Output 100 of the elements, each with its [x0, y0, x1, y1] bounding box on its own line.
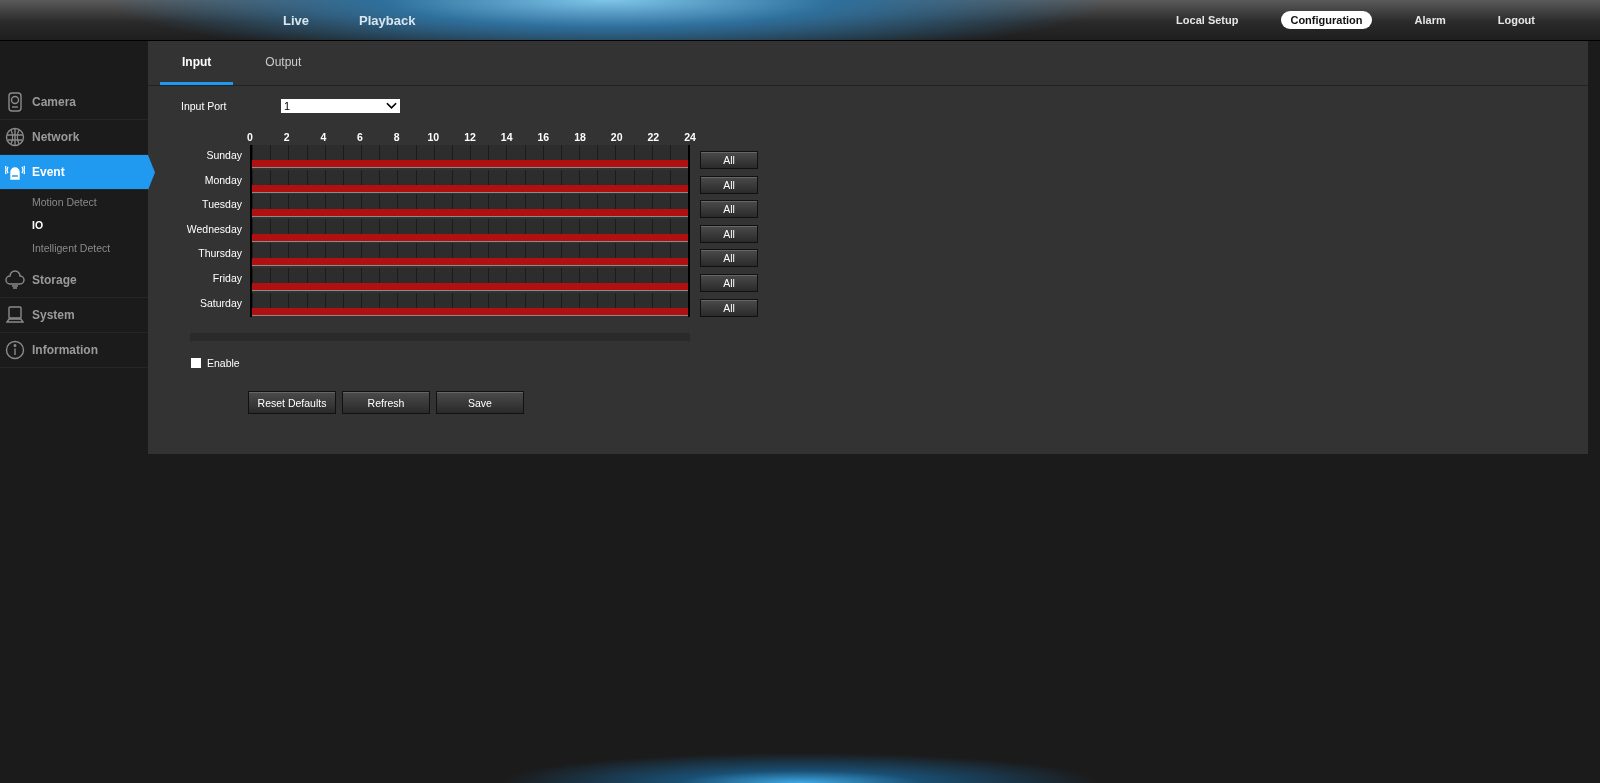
- schedule-cell[interactable]: [615, 169, 634, 185]
- schedule-cell[interactable]: [270, 292, 289, 308]
- schedule-cell[interactable]: [597, 169, 616, 185]
- schedule-cell[interactable]: [342, 292, 362, 308]
- schedule-cell[interactable]: [451, 292, 471, 308]
- all-button[interactable]: All: [700, 249, 758, 268]
- schedule-cell[interactable]: [597, 292, 616, 308]
- tab[interactable]: Input: [160, 41, 234, 85]
- schedule-cell[interactable]: [342, 169, 362, 185]
- schedule-cell[interactable]: [342, 267, 362, 283]
- schedule-cell[interactable]: [397, 218, 416, 234]
- schedule-cell[interactable]: [488, 145, 507, 160]
- schedule-cell[interactable]: [288, 267, 307, 283]
- sidebar-subitem[interactable]: IO: [32, 214, 148, 237]
- schedule-cell[interactable]: [651, 218, 670, 234]
- schedule-cell[interactable]: [470, 218, 489, 234]
- schedule-cell[interactable]: [306, 169, 325, 185]
- port-dropdown[interactable]: 1: [281, 99, 400, 113]
- schedule-cell[interactable]: [506, 218, 525, 234]
- schedule-cell[interactable]: [615, 145, 634, 160]
- schedule-cell[interactable]: [669, 218, 689, 234]
- schedule-cell[interactable]: [397, 169, 416, 185]
- schedule-cell[interactable]: [306, 267, 325, 283]
- schedule-cell[interactable]: [415, 169, 434, 185]
- schedule-cell[interactable]: [633, 292, 652, 308]
- schedule-cell[interactable]: [397, 243, 416, 259]
- schedule-cell[interactable]: [488, 169, 507, 185]
- schedule-cell[interactable]: [560, 267, 580, 283]
- schedule-cell[interactable]: [361, 292, 380, 308]
- schedule-grid[interactable]: [250, 169, 690, 195]
- schedule-cell[interactable]: [288, 169, 307, 185]
- schedule-cell[interactable]: [524, 218, 543, 234]
- schedule-cell[interactable]: [361, 169, 380, 185]
- schedule-cell[interactable]: [651, 267, 670, 283]
- schedule-cell[interactable]: [270, 218, 289, 234]
- schedule-cell[interactable]: [579, 243, 598, 259]
- action-button[interactable]: Reset Defaults: [248, 391, 336, 415]
- schedule-cell[interactable]: [397, 194, 416, 210]
- schedule-cell[interactable]: [579, 145, 598, 160]
- schedule-cell[interactable]: [560, 292, 580, 308]
- schedule-grid[interactable]: [250, 267, 690, 293]
- schedule-cell[interactable]: [270, 267, 289, 283]
- action-button[interactable]: Save: [436, 391, 524, 415]
- schedule-cell[interactable]: [470, 145, 489, 160]
- schedule-cell[interactable]: [470, 169, 489, 185]
- schedule-cell[interactable]: [633, 218, 652, 234]
- schedule-cell[interactable]: [506, 267, 525, 283]
- schedule-cell[interactable]: [252, 267, 271, 283]
- schedule-grid[interactable]: [250, 145, 690, 170]
- schedule-cell[interactable]: [506, 243, 525, 259]
- schedule-cell[interactable]: [506, 194, 525, 210]
- schedule-cell[interactable]: [433, 267, 452, 283]
- schedule-cell[interactable]: [597, 218, 616, 234]
- all-button[interactable]: All: [700, 175, 758, 194]
- tab[interactable]: Output: [243, 41, 324, 85]
- all-button[interactable]: All: [700, 151, 758, 169]
- schedule-cell[interactable]: [397, 292, 416, 308]
- schedule-grid[interactable]: [250, 218, 690, 244]
- schedule-cell[interactable]: [597, 243, 616, 259]
- schedule-cell[interactable]: [379, 292, 398, 308]
- schedule-cell[interactable]: [470, 243, 489, 259]
- schedule-cell[interactable]: [524, 169, 543, 185]
- schedule-cell[interactable]: [597, 267, 616, 283]
- schedule-cell[interactable]: [288, 292, 307, 308]
- schedule-cell[interactable]: [597, 194, 616, 210]
- schedule-cell[interactable]: [288, 218, 307, 234]
- schedule-cell[interactable]: [415, 218, 434, 234]
- schedule-cell[interactable]: [579, 267, 598, 283]
- schedule-cell[interactable]: [270, 169, 289, 185]
- schedule-cell[interactable]: [379, 145, 398, 160]
- schedule-cell[interactable]: [542, 169, 561, 185]
- schedule-cell[interactable]: [433, 169, 452, 185]
- schedule-cell[interactable]: [288, 243, 307, 259]
- schedule-cell[interactable]: [579, 292, 598, 308]
- schedule-cell[interactable]: [524, 292, 543, 308]
- schedule-cell[interactable]: [361, 194, 380, 210]
- schedule-grid[interactable]: [250, 194, 690, 219]
- schedule-cell[interactable]: [542, 267, 561, 283]
- schedule-cell[interactable]: [542, 292, 561, 308]
- all-button[interactable]: All: [700, 200, 758, 219]
- schedule-grid[interactable]: [250, 292, 690, 318]
- schedule-cell[interactable]: [324, 169, 343, 185]
- schedule-cell[interactable]: [379, 267, 398, 283]
- schedule-cell[interactable]: [506, 145, 525, 160]
- schedule-cell[interactable]: [451, 169, 471, 185]
- schedule-cell[interactable]: [615, 292, 634, 308]
- schedule-cell[interactable]: [252, 145, 271, 160]
- schedule-cell[interactable]: [451, 267, 471, 283]
- schedule-cell[interactable]: [579, 169, 598, 185]
- schedule-cell[interactable]: [615, 267, 634, 283]
- schedule-cell[interactable]: [288, 194, 307, 210]
- schedule-cell[interactable]: [270, 243, 289, 259]
- schedule-cell[interactable]: [651, 292, 670, 308]
- schedule-cell[interactable]: [306, 218, 325, 234]
- nav-link[interactable]: Alarm: [1405, 11, 1455, 29]
- sidebar-subitem[interactable]: Motion Detect: [32, 191, 148, 214]
- schedule-cell[interactable]: [324, 292, 343, 308]
- all-button[interactable]: All: [700, 224, 758, 243]
- nav-link[interactable]: Configuration: [1281, 11, 1372, 29]
- schedule-cell[interactable]: [669, 267, 689, 283]
